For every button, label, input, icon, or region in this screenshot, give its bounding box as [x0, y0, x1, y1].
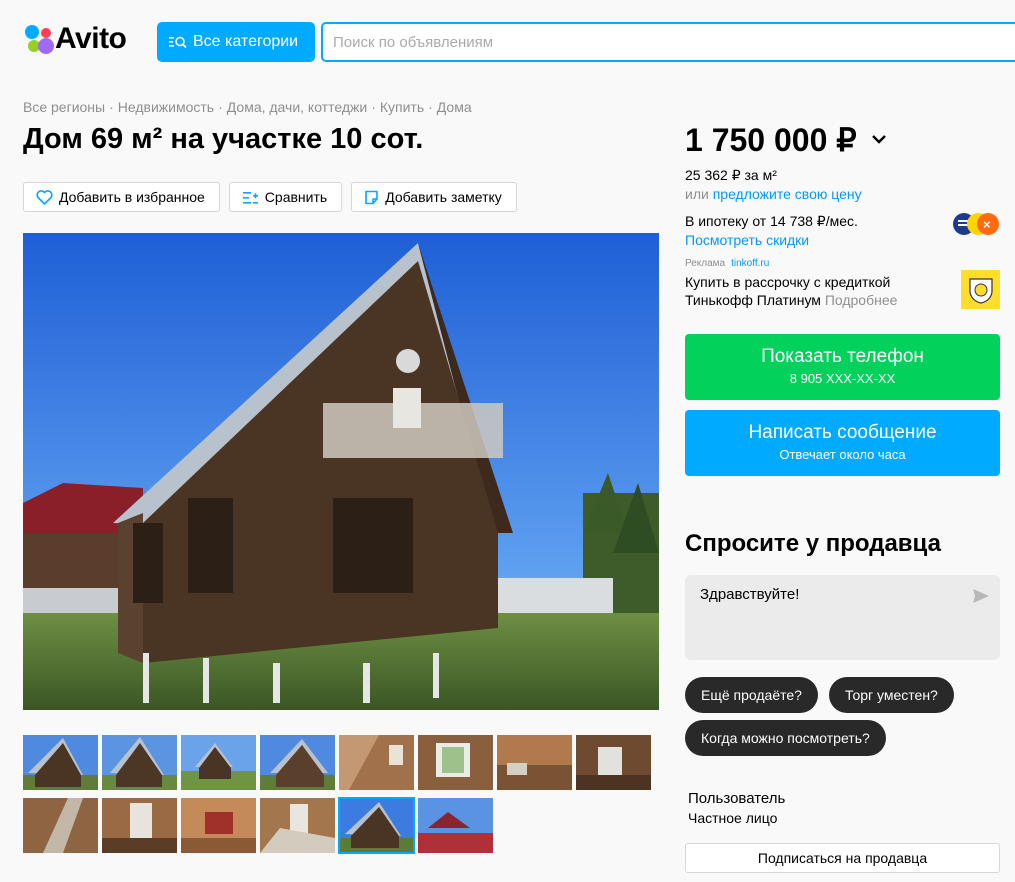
- photo-thumbnail[interactable]: [102, 798, 177, 853]
- photo-thumbnail[interactable]: [102, 735, 177, 790]
- price: 1 750 000 ₽: [685, 122, 857, 158]
- bank-logos-icon: ×: [953, 213, 999, 235]
- add-to-favorites-button[interactable]: Добавить в избранное: [23, 182, 220, 212]
- photo-thumbnail[interactable]: [418, 798, 493, 853]
- show-phone-button[interactable]: Показать телефон 8 905 XXX-XX-XX: [685, 334, 1000, 400]
- photo-thumbnail[interactable]: [576, 735, 651, 790]
- quick-reply-chip[interactable]: Когда можно посмотреть?: [685, 720, 886, 756]
- ad-more-link[interactable]: Подробнее: [825, 292, 898, 308]
- all-categories-label: Все категории: [193, 33, 299, 50]
- listing-actions: Добавить в избранное Сравнить Добавить з…: [23, 182, 517, 212]
- breadcrumb-item[interactable]: Недвижимость: [118, 99, 214, 115]
- offer-line: или предложите свою цену: [685, 186, 862, 202]
- photo-thumbnail[interactable]: [260, 735, 335, 790]
- quick-reply-chip[interactable]: Ещё продаёте?: [685, 677, 818, 713]
- photo-thumbnail[interactable]: [181, 798, 256, 853]
- message-textarea[interactable]: Здравствуйте!: [685, 575, 1000, 660]
- chevron-down-icon[interactable]: [871, 133, 887, 145]
- breadcrumb-item[interactable]: Все регионы: [23, 99, 105, 115]
- seller-type: Частное лицо: [688, 810, 778, 826]
- photo-thumbnail[interactable]: [418, 735, 493, 790]
- discounts-link[interactable]: Посмотреть скидки: [685, 232, 809, 248]
- logo-text: Avito: [55, 22, 127, 55]
- all-categories-button[interactable]: Все категории: [157, 22, 315, 62]
- ad-label-text: Реклама: [685, 258, 726, 269]
- write-message-label: Написать сообщение: [748, 422, 937, 443]
- show-phone-label: Показать телефон: [761, 346, 924, 367]
- add-note-button[interactable]: Добавить заметку: [351, 182, 517, 212]
- breadcrumb-item[interactable]: Дома, дачи, коттеджи: [227, 99, 367, 115]
- svg-text:×: ×: [983, 217, 991, 232]
- response-time: Отвечает около часа: [779, 447, 906, 462]
- photo-thumbnail[interactable]: [23, 798, 98, 853]
- note-icon: [365, 190, 378, 204]
- offer-price-link[interactable]: предложите свою цену: [713, 186, 862, 202]
- breadcrumb: Все регионы · Недвижимость · Дома, дачи, кот…: [23, 99, 472, 115]
- compare-label: Сравнить: [264, 189, 328, 205]
- thumbnail-gallery: [23, 735, 663, 861]
- compare-icon: [242, 191, 258, 204]
- photo-thumbnail[interactable]: [339, 735, 414, 790]
- categories-search-icon: [169, 36, 187, 49]
- photo-thumbnail[interactable]: [181, 735, 256, 790]
- quick-reply-chip[interactable]: Торг уместен?: [829, 677, 954, 713]
- heart-icon: [36, 189, 53, 205]
- ad-domain-link[interactable]: tinkoff.ru: [731, 258, 769, 269]
- tinkoff-logo-icon[interactable]: [961, 270, 1000, 309]
- breadcrumb-item[interactable]: Дома: [437, 99, 472, 115]
- send-icon[interactable]: [972, 588, 990, 604]
- main-photo[interactable]: [23, 233, 659, 710]
- phone-number-masked: 8 905 XXX-XX-XX: [789, 371, 896, 386]
- seller-name[interactable]: Пользователь: [688, 790, 785, 807]
- page-title: Дом 69 м² на участке 10 сот.: [23, 123, 424, 155]
- compare-button[interactable]: Сравнить: [228, 182, 343, 212]
- photo-thumbnail[interactable]: [497, 735, 572, 790]
- price-per-meter: 25 362 ₽ за м²: [685, 167, 777, 183]
- photo-thumbnail[interactable]: [260, 798, 335, 853]
- mortgage-text: В ипотеку от 14 738 ₽/мес.: [685, 213, 858, 229]
- breadcrumb-item[interactable]: Купить: [380, 99, 424, 115]
- avito-logo[interactable]: Avito: [23, 22, 127, 56]
- subscribe-seller-button[interactable]: Подписаться на продавца: [685, 843, 1000, 873]
- offer-prefix: или: [685, 186, 709, 202]
- ad-label: Реклама tinkoff.ru: [685, 258, 769, 269]
- ad-text[interactable]: Купить в рассрочку с кредиткой Тинькофф …: [685, 273, 955, 309]
- favorite-label: Добавить в избранное: [59, 189, 205, 205]
- note-label: Добавить заметку: [385, 189, 502, 205]
- search-input[interactable]: [321, 22, 1015, 62]
- photo-thumbnail-selected[interactable]: [338, 797, 415, 854]
- ask-seller-title: Спросите у продавца: [685, 530, 941, 557]
- write-message-button[interactable]: Написать сообщение Отвечает около часа: [685, 410, 1000, 476]
- listing-page: Avito Все категории Все регионы·Недвижим…: [0, 0, 1015, 882]
- logo-dots-icon: [23, 24, 54, 54]
- photo-thumbnail[interactable]: [23, 735, 98, 790]
